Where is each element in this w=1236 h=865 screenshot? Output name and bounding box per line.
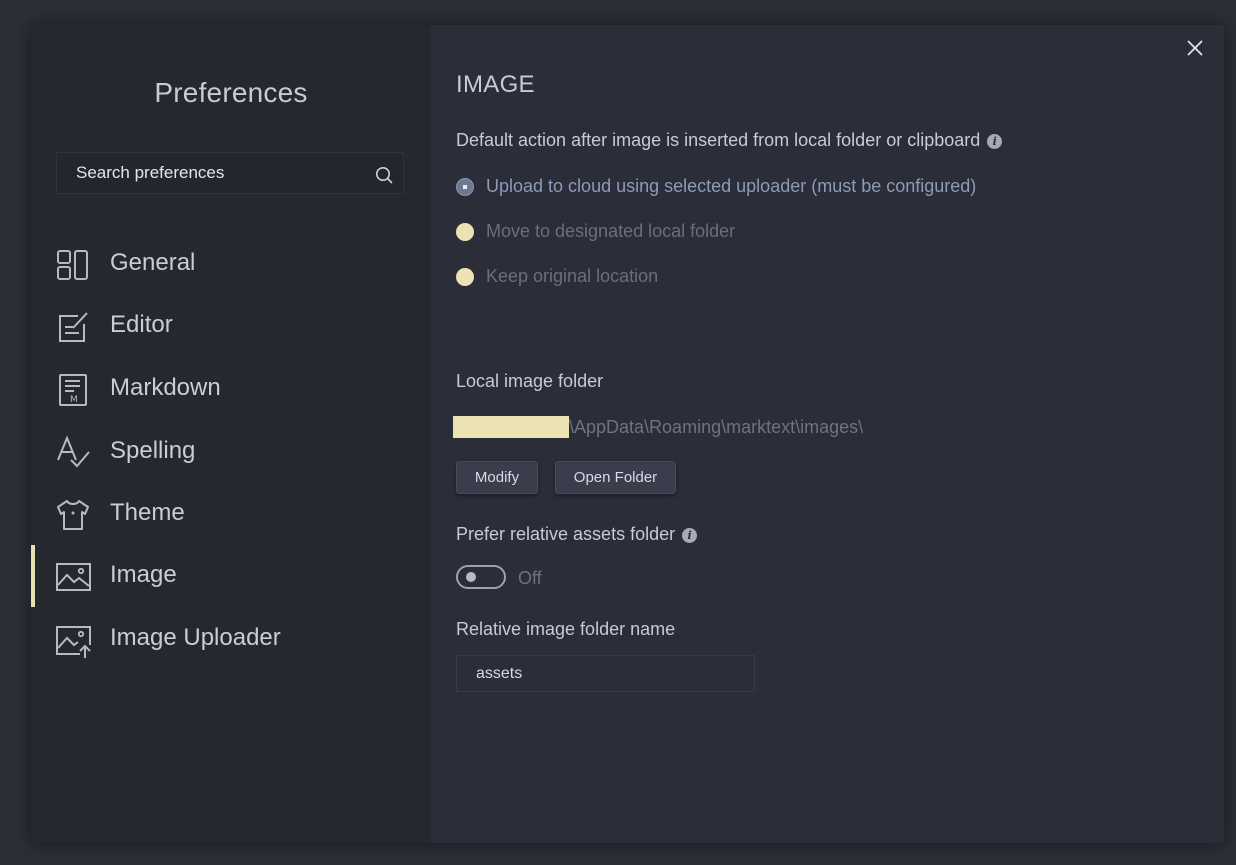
search-box [56,152,404,194]
sidebar-item-spelling[interactable]: Spelling [31,421,431,481]
default-action-text: Default action after image is inserted f… [456,130,981,150]
settings-panel: IMAGE Default action after image is inse… [431,25,1224,843]
search-input[interactable] [57,153,357,193]
sidebar-item-label: Spelling [110,437,196,464]
sidebar-item-editor[interactable]: Editor [31,295,431,355]
radio-label: Upload to cloud using selected uploader … [486,176,977,196]
sidebar-item-label: Theme [110,499,185,526]
sidebar-item-label: Editor [110,311,173,338]
radio-button-checked[interactable] [456,178,474,196]
editor-pen-icon [59,312,88,342]
info-icon[interactable]: i [682,528,698,543]
radio-button[interactable] [456,268,474,286]
info-icon[interactable]: i [987,134,1003,149]
radio-label: Move to designated local folder [486,221,736,241]
relative-folder-name-label: Relative image folder name [456,619,676,639]
sidebar-item-markdown[interactable]: M Markdown [31,358,431,418]
close-icon[interactable] [1184,37,1206,59]
section-title: IMAGE [456,71,535,98]
radio-button[interactable] [456,223,474,241]
modify-button[interactable]: Modify [456,461,538,494]
relative-assets-text: Prefer relative assets folder [456,524,676,544]
redacted-path-prefix [453,416,569,438]
relative-assets-toggle[interactable] [456,565,506,589]
sidebar-item-image[interactable]: Image [31,545,431,607]
sidebar-item-label: General [110,249,196,276]
sidebar-title: Preferences [154,77,308,108]
path-suffix: \AppData\Roaming\marktext\images\ [569,417,864,437]
preferences-window: Preferences General [31,25,1224,843]
relative-folder-name-input[interactable] [456,655,755,692]
sidebar-item-label: Image Uploader [110,624,281,651]
local-folder-label: Local image folder [456,371,604,391]
spelling-check-icon [57,435,90,468]
sidebar-item-image-uploader[interactable]: Image Uploader [31,608,431,668]
svg-text:M: M [70,395,78,405]
search-icon[interactable] [375,166,393,184]
sidebar-item-theme[interactable]: Theme [31,483,431,543]
general-layout-icon [57,250,88,280]
relative-assets-label: Prefer relative assets folder i [456,524,698,545]
sidebar-item-label: Markdown [110,374,221,401]
default-action-label: Default action after image is inserted f… [456,130,1003,151]
toggle-knob [466,572,476,582]
image-icon [56,563,91,591]
radio-label: Keep original location [486,266,659,286]
sidebar: Preferences General [31,25,431,843]
sidebar-item-label: Image [110,561,177,588]
open-folder-button[interactable]: Open Folder [555,461,676,494]
theme-shirt-icon [57,500,89,530]
local-folder-path: \AppData\Roaming\marktext\images\ [453,416,863,438]
sidebar-item-general[interactable]: General [31,233,431,293]
toggle-state-label: Off [518,568,542,588]
markdown-doc-icon: M [59,374,87,406]
image-upload-icon [56,626,91,658]
